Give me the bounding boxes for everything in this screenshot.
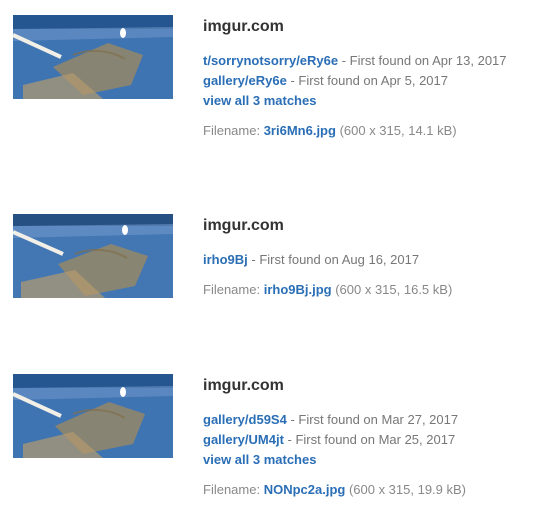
- thumbnail-image: [13, 214, 173, 298]
- match-entry: gallery/d59S4 - First found on Mar 27, 2…: [203, 410, 548, 430]
- result-thumbnail[interactable]: [13, 374, 173, 458]
- filename-line: Filename: NONpc2a.jpg (600 x 315, 19.9 k…: [203, 480, 548, 500]
- result-thumbnail[interactable]: [13, 15, 173, 99]
- thumbnail-image: [13, 15, 173, 99]
- match-first-found-label: - First found on: [286, 73, 381, 88]
- match-first-found-label: - First found on: [283, 432, 379, 447]
- filename-label: Filename:: [203, 482, 264, 497]
- match-link[interactable]: gallery/eRy6e: [203, 73, 287, 88]
- match-date: Mar 25, 2017: [378, 432, 456, 447]
- search-result: imgur.com gallery/d59S4 - First found on…: [0, 374, 554, 504]
- filename-link[interactable]: irho9Bj.jpg: [264, 282, 332, 297]
- filename-link[interactable]: 3ri6Mn6.jpg: [264, 123, 336, 138]
- match-date: Mar 27, 2017: [381, 412, 459, 427]
- filename-label: Filename:: [203, 282, 264, 297]
- result-thumbnail[interactable]: [13, 214, 173, 298]
- filename-link[interactable]: NONpc2a.jpg: [264, 482, 346, 497]
- view-all-matches-link[interactable]: view all 3 matches: [203, 91, 548, 111]
- search-result: imgur.com t/sorrynotsorry/eRy6e - First …: [0, 15, 554, 145]
- match-first-found-label: - First found on: [338, 53, 433, 68]
- file-meta: (600 x 315, 16.5 kB): [331, 282, 453, 297]
- match-entry: gallery/eRy6e - First found on Apr 5, 20…: [203, 71, 548, 91]
- match-link[interactable]: irho9Bj: [203, 252, 248, 267]
- match-date: Apr 13, 2017: [432, 53, 507, 68]
- result-info: imgur.com gallery/d59S4 - First found on…: [203, 376, 548, 500]
- match-entry: t/sorrynotsorry/eRy6e - First found on A…: [203, 51, 548, 71]
- match-entry: gallery/UM4jt - First found on Mar 25, 2…: [203, 430, 548, 450]
- result-info: imgur.com irho9Bj - First found on Aug 1…: [203, 216, 548, 300]
- match-entry: irho9Bj - First found on Aug 16, 2017: [203, 250, 548, 270]
- match-date: Apr 5, 2017: [380, 73, 448, 88]
- match-link[interactable]: gallery/UM4jt: [203, 432, 284, 447]
- filename-line: Filename: 3ri6Mn6.jpg (600 x 315, 14.1 k…: [203, 121, 548, 141]
- filename-label: Filename:: [203, 123, 264, 138]
- result-site: imgur.com: [203, 18, 284, 35]
- filename-line: Filename: irho9Bj.jpg (600 x 315, 16.5 k…: [203, 280, 548, 300]
- search-result: imgur.com irho9Bj - First found on Aug 1…: [0, 214, 554, 344]
- view-all-matches-link[interactable]: view all 3 matches: [203, 450, 548, 470]
- match-link[interactable]: gallery/d59S4: [203, 412, 287, 427]
- match-date: Aug 16, 2017: [341, 252, 420, 267]
- file-meta: (600 x 315, 19.9 kB): [345, 482, 467, 497]
- result-info: imgur.com t/sorrynotsorry/eRy6e - First …: [203, 17, 548, 141]
- match-link[interactable]: t/sorrynotsorry/eRy6e: [203, 53, 338, 68]
- file-meta: (600 x 315, 14.1 kB): [335, 123, 457, 138]
- thumbnail-image: [13, 374, 173, 458]
- result-site: imgur.com: [203, 217, 284, 234]
- match-first-found-label: - First found on: [286, 412, 382, 427]
- match-first-found-label: - First found on: [247, 252, 342, 267]
- result-site: imgur.com: [203, 377, 284, 394]
